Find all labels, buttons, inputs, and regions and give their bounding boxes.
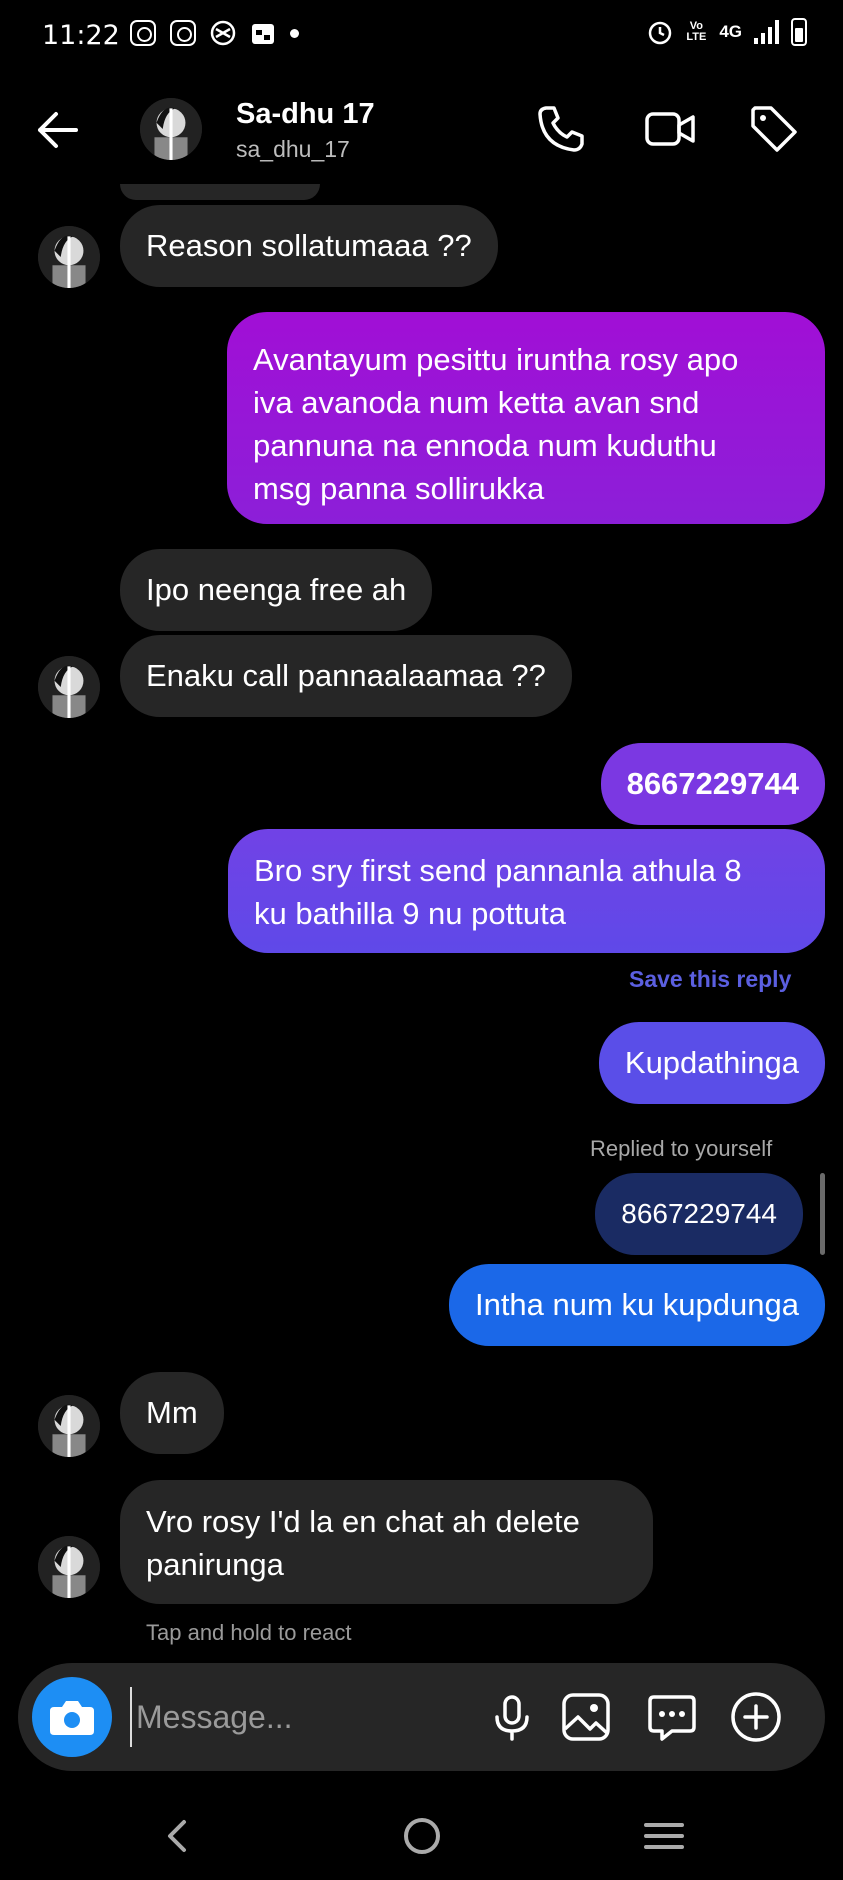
- message-text: 8667229744: [626, 766, 799, 801]
- message-text-line: pannuna na ennoda num kuduthu: [253, 428, 717, 463]
- microphone-icon[interactable]: [482, 1687, 542, 1747]
- instagram-icon: [170, 20, 196, 46]
- camera-button[interactable]: [32, 1677, 112, 1757]
- message-text: Mm: [146, 1395, 198, 1430]
- nav-back-icon[interactable]: [154, 1812, 202, 1860]
- message-incoming[interactable]: Reason sollatumaaa ??: [120, 205, 498, 287]
- message-incoming[interactable]: Enaku call pannaalaamaa ??: [120, 635, 572, 717]
- sender-avatar[interactable]: [38, 1536, 100, 1598]
- nav-home-icon[interactable]: [398, 1812, 446, 1860]
- save-reply-link[interactable]: Save this reply: [629, 966, 791, 993]
- calendar-icon: [252, 24, 274, 44]
- message-text-line: iva avanoda num ketta avan snd: [253, 385, 700, 420]
- signal-icon: [754, 20, 779, 44]
- scrollbar-thumb[interactable]: [820, 1173, 825, 1255]
- status-system-icons: Vo LTE 4G: [647, 18, 807, 46]
- gallery-icon[interactable]: [556, 1687, 616, 1747]
- contact-name[interactable]: Sa-dhu 17: [236, 98, 375, 131]
- message-text-line: panirunga: [146, 1547, 284, 1582]
- back-arrow-icon[interactable]: [30, 102, 86, 158]
- replied-to-yourself-label: Replied to yourself: [590, 1136, 773, 1161]
- message-outgoing[interactable]: Intha num ku kupdunga: [448, 1264, 825, 1346]
- quoted-reply[interactable]: 8667229744: [595, 1173, 803, 1255]
- cutoff-bubble: [120, 184, 320, 200]
- volte-label: Vo LTE: [686, 20, 707, 43]
- message-incoming[interactable]: Mm: [120, 1372, 224, 1454]
- instagram-icon: [130, 20, 156, 46]
- status-time: 11:22: [42, 20, 120, 51]
- message-text: Ipo neenga free ah: [146, 572, 407, 607]
- message-text: Reason sollatumaaa ??: [146, 228, 472, 263]
- message-text: Intha num ku kupdunga: [474, 1287, 799, 1322]
- sender-avatar[interactable]: [38, 656, 100, 718]
- camera-icon: [50, 1701, 94, 1735]
- message-text-line: Avantayum pesittu iruntha rosy apo: [253, 342, 739, 377]
- chat-header: Sa-dhu 17 sa_dhu_17: [0, 80, 843, 180]
- message-outgoing[interactable]: Kupdathinga: [598, 1022, 825, 1104]
- sender-avatar[interactable]: [38, 226, 100, 288]
- tag-icon[interactable]: [745, 100, 803, 158]
- message-text-line: Vro rosy I'd la en chat ah delete: [146, 1504, 580, 1539]
- sticker-icon[interactable]: [642, 1687, 702, 1747]
- message-incoming[interactable]: Vro rosy I'd la en chat ah delete paniru…: [120, 1480, 653, 1604]
- message-outgoing[interactable]: Bro sry first send pannanla athula 8 ku …: [228, 829, 825, 953]
- message-text: Enaku call pannaalaamaa ??: [146, 658, 546, 693]
- contact-avatar[interactable]: [140, 98, 202, 160]
- status-bar: 11:22 Vo LTE 4G: [0, 0, 843, 70]
- system-nav-bar: [0, 1790, 843, 1880]
- notification-dot: [290, 28, 299, 38]
- message-outgoing[interactable]: 8667229744: [600, 743, 825, 825]
- alarm-icon: [649, 21, 672, 45]
- tap-hold-hint: Tap and hold to react: [146, 1620, 352, 1645]
- video-icon[interactable]: [641, 100, 699, 158]
- sender-avatar[interactable]: [38, 1395, 100, 1457]
- message-input[interactable]: [130, 1687, 470, 1747]
- message-text: Kupdathinga: [624, 1045, 799, 1080]
- contact-handle[interactable]: sa_dhu_17: [236, 136, 350, 163]
- quoted-reply-text: 8667229744: [621, 1198, 777, 1229]
- message-composer: [18, 1663, 825, 1771]
- add-icon[interactable]: [726, 1687, 786, 1747]
- message-incoming[interactable]: Ipo neenga free ah: [120, 549, 433, 631]
- message-text-line: ku bathilla 9 nu pottuta: [254, 896, 566, 931]
- status-notification-icons: [130, 20, 299, 46]
- message-outgoing[interactable]: Avantayum pesittu iruntha rosy apo iva a…: [227, 312, 825, 524]
- battery-icon: [791, 18, 807, 46]
- vpn-icon: [210, 20, 236, 46]
- message-text-line: Bro sry first send pannanla athula 8: [254, 853, 742, 888]
- network-label: 4G: [719, 22, 742, 41]
- message-text-line: msg panna sollirukka: [253, 471, 545, 506]
- nav-recents-icon[interactable]: [640, 1812, 688, 1860]
- phone-icon[interactable]: [532, 100, 590, 158]
